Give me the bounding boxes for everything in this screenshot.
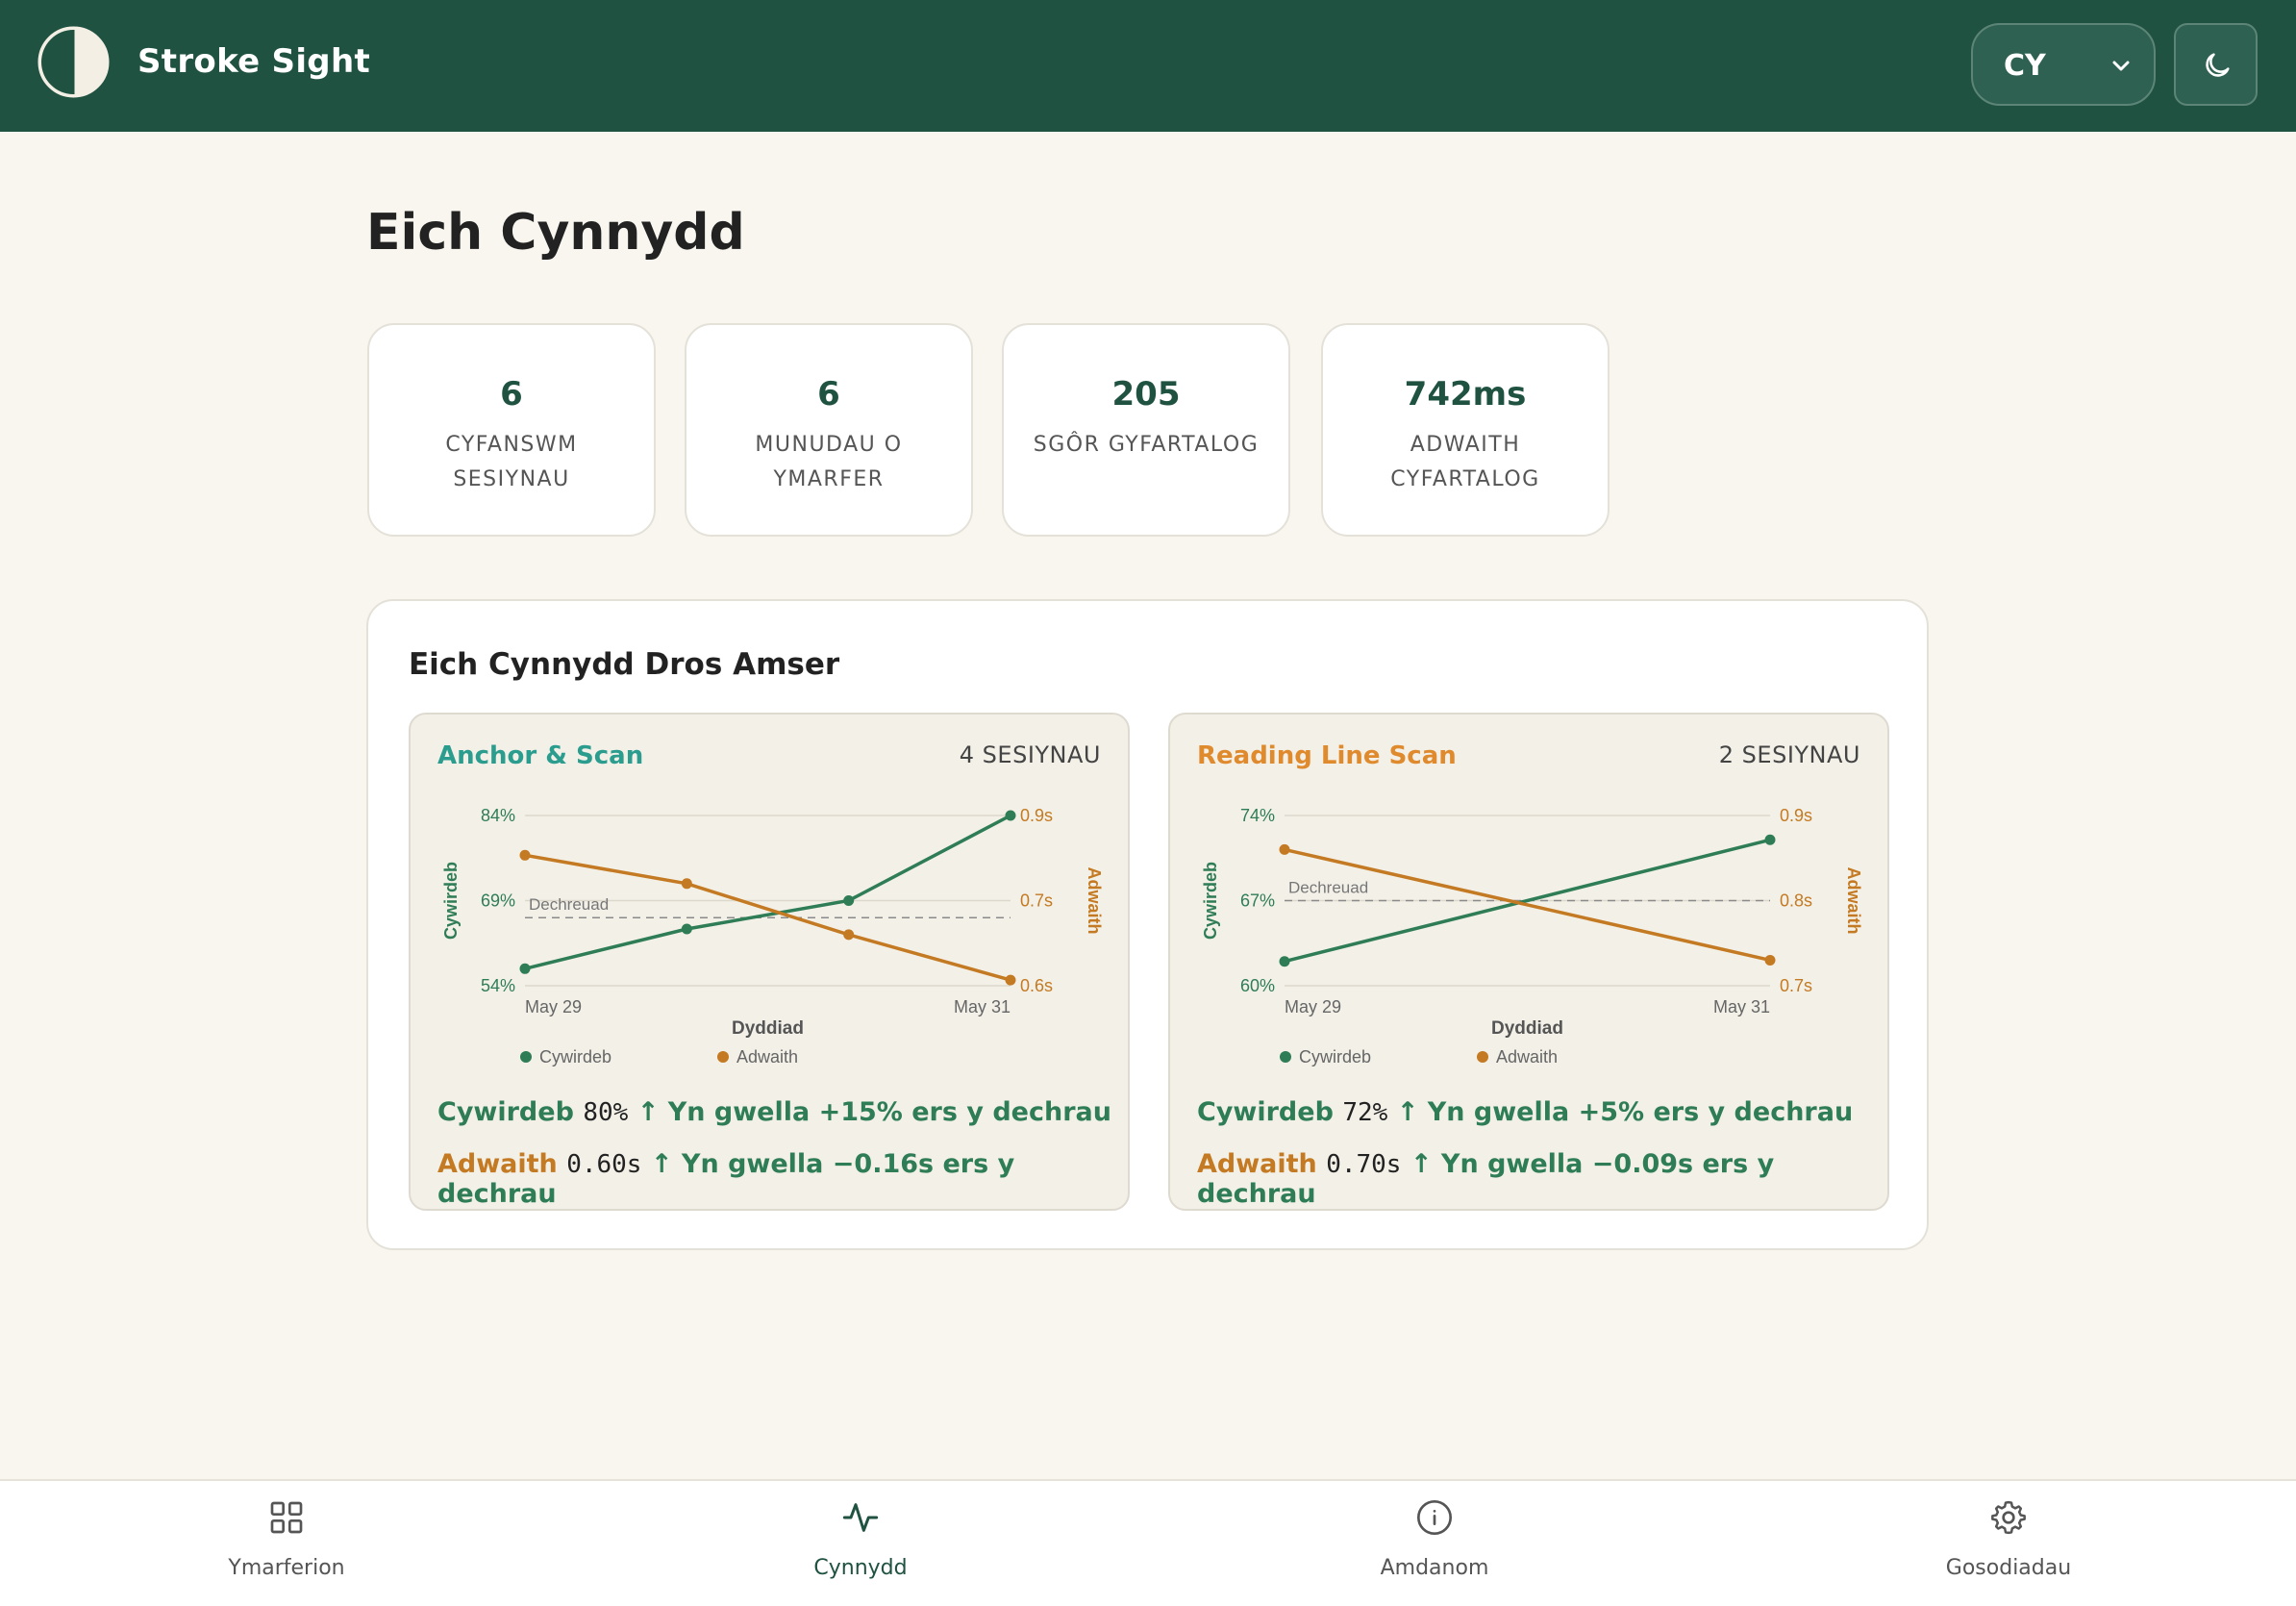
accuracy-label: Cywirdeb — [1197, 1097, 1334, 1127]
stat-value: 205 — [1111, 375, 1181, 414]
data-point-cywirdeb — [681, 923, 692, 935]
x-axis-label: Dyddiad — [1491, 1018, 1563, 1039]
x-tick-label: May 31 — [954, 997, 1011, 1016]
y-tick-label-left: 74% — [1240, 806, 1275, 825]
grid-icon — [270, 1501, 303, 1534]
data-point-cywirdeb — [519, 963, 531, 974]
stat-card-reaction: 742ms ADWAITH CYFARTALOG — [1321, 323, 1610, 537]
data-point-cywirdeb — [843, 895, 855, 906]
accuracy-label: Cywirdeb — [437, 1097, 574, 1127]
nav-item-exercises[interactable]: Ymarferion — [142, 1481, 431, 1606]
x-axis-label: Dyddiad — [732, 1018, 804, 1039]
chevron-down-icon — [2112, 61, 2130, 71]
accuracy-value: 72% — [1342, 1098, 1388, 1127]
y-tick-label-right: 0.9s — [1020, 806, 1053, 825]
x-tick-label: May 29 — [525, 997, 582, 1016]
nav-label: Ymarferion — [228, 1556, 345, 1580]
data-point-cywirdeb — [1764, 834, 1776, 845]
y-tick-label-left: 69% — [481, 891, 515, 911]
data-point-adwaith — [681, 878, 692, 890]
gear-icon — [1991, 1500, 2026, 1535]
y-axis-label-left: Cywirdeb — [1201, 862, 1220, 940]
y-axis-label-right: Adwaith — [1085, 867, 1104, 935]
activity-icon — [842, 1503, 879, 1532]
stat-label: SGÔR GYFARTALOG — [1033, 433, 1260, 457]
app-title: Stroke Sight — [137, 42, 370, 81]
baseline-label: Dechreuad — [1288, 879, 1368, 897]
y-tick-label-left: 84% — [481, 806, 515, 825]
stat-label: ADWAITH CYFARTALOG — [1390, 433, 1540, 491]
reaction-value: 0.70s — [1326, 1150, 1402, 1179]
legend-marker — [520, 1051, 532, 1063]
stat-value: 6 — [817, 375, 840, 414]
nav-item-progress[interactable]: Cynnydd — [716, 1481, 1005, 1606]
y-tick-label-left: 67% — [1240, 891, 1275, 911]
legend-marker — [1477, 1051, 1488, 1063]
stat-label: CYFANSWM SESIYNAU — [445, 433, 578, 491]
page-title: Eich Cynnydd — [366, 204, 745, 262]
legend-marker — [1280, 1051, 1291, 1063]
reaction-value: 0.60s — [566, 1150, 642, 1179]
exercise-card-anchor-scan: Anchor & Scan 4 SESIYNAU 84% 0.9s 69% 0.7s 5… — [409, 713, 1130, 1211]
progress-chart: 84% 0.9s 69% 0.7s 54% 0.6s Dechreuad Cywirdeb Ad… — [441, 806, 1104, 1066]
y-tick-label-left: 54% — [481, 976, 515, 995]
y-tick-label-right: 0.7s — [1780, 976, 1812, 995]
moon-icon — [2206, 53, 2230, 77]
reaction-label: Adwaith — [1197, 1149, 1317, 1179]
data-point-cywirdeb — [1279, 956, 1290, 967]
accuracy-summary: Cywirdeb 72% ↑ Yn gwella +5% ers y dechr… — [1197, 1097, 1853, 1127]
baseline-label: Dechreuad — [529, 895, 609, 914]
nav-label: Cynnydd — [813, 1556, 908, 1580]
nav-item-about[interactable]: Amdanom — [1290, 1481, 1579, 1606]
y-tick-label-right: 0.7s — [1020, 891, 1053, 911]
progress-title: Eich Cynnydd Dros Amser — [409, 647, 840, 682]
nav-item-settings[interactable]: Gosodiadau — [1864, 1481, 2153, 1606]
data-point-adwaith — [1005, 974, 1016, 986]
legend-label: Adwaith — [736, 1047, 798, 1066]
y-tick-label-right: 0.9s — [1780, 806, 1812, 825]
data-point-cywirdeb — [1005, 810, 1016, 821]
logo-icon — [37, 26, 110, 98]
data-point-adwaith — [519, 849, 531, 861]
series-line-cywirdeb — [524, 814, 1011, 970]
x-tick-label: May 29 — [1285, 997, 1341, 1016]
stat-value: 742ms — [1404, 375, 1527, 414]
progress-panel: Eich Cynnydd Dros Amser Anchor & Scan 4 … — [366, 599, 1929, 1250]
reaction-summary: Adwaith 0.60s ↑ Yn gwella −0.16s ers y d… — [437, 1149, 1128, 1209]
stat-card-sessions: 6 CYFANSWM SESIYNAU — [367, 323, 656, 537]
language-select[interactable]: CY — [1971, 23, 2156, 106]
nav-label: Amdanom — [1380, 1556, 1489, 1580]
progress-chart: 74% 0.9s 67% 0.8s 60% 0.7s Dechreuad Cywirdeb Ad… — [1201, 806, 1863, 1066]
data-point-adwaith — [843, 929, 855, 941]
data-point-adwaith — [1764, 954, 1776, 966]
language-value: CY — [2004, 49, 2046, 83]
stat-card-score: 205 SGÔR GYFARTALOG — [1002, 323, 1290, 537]
stat-value: 6 — [500, 375, 523, 414]
y-axis-label-left: Cywirdeb — [441, 862, 461, 940]
y-tick-label-right: 0.8s — [1780, 891, 1812, 911]
theme-toggle-button[interactable] — [2174, 23, 2258, 106]
y-axis-label-right: Adwaith — [1844, 867, 1863, 935]
reaction-summary: Adwaith 0.70s ↑ Yn gwella −0.09s ers y d… — [1197, 1149, 1887, 1209]
nav-label: Gosodiadau — [1945, 1556, 2072, 1580]
legend-label: Cywirdeb — [1299, 1047, 1371, 1066]
x-tick-label: May 31 — [1713, 997, 1770, 1016]
data-point-adwaith — [1279, 843, 1290, 855]
legend-label: Cywirdeb — [539, 1047, 611, 1066]
stat-card-minutes: 6 MUNUDAU O YMARFER — [685, 323, 973, 537]
bottom-nav: Ymarferion Cynnydd Amdanom Gosodiadau — [0, 1479, 2296, 1606]
accuracy-change: ↑ Yn gwella +5% ers y dechrau — [1396, 1097, 1854, 1127]
accuracy-summary: Cywirdeb 80% ↑ Yn gwella +15% ers y dech… — [437, 1097, 1111, 1127]
info-icon — [1417, 1500, 1452, 1535]
reaction-label: Adwaith — [437, 1149, 558, 1179]
legend-label: Adwaith — [1496, 1047, 1558, 1066]
exercise-card-reading-line-scan: Reading Line Scan 2 SESIYNAU 74% 0.9s 67% 0… — [1168, 713, 1889, 1211]
top-bar: Stroke Sight CY — [0, 0, 2296, 132]
y-tick-label-left: 60% — [1240, 976, 1275, 995]
legend-marker — [717, 1051, 729, 1063]
accuracy-value: 80% — [583, 1098, 629, 1127]
y-tick-label-right: 0.6s — [1020, 976, 1053, 995]
stat-label: MUNUDAU O YMARFER — [755, 433, 903, 491]
accuracy-change: ↑ Yn gwella +15% ers y dechrau — [636, 1097, 1111, 1127]
